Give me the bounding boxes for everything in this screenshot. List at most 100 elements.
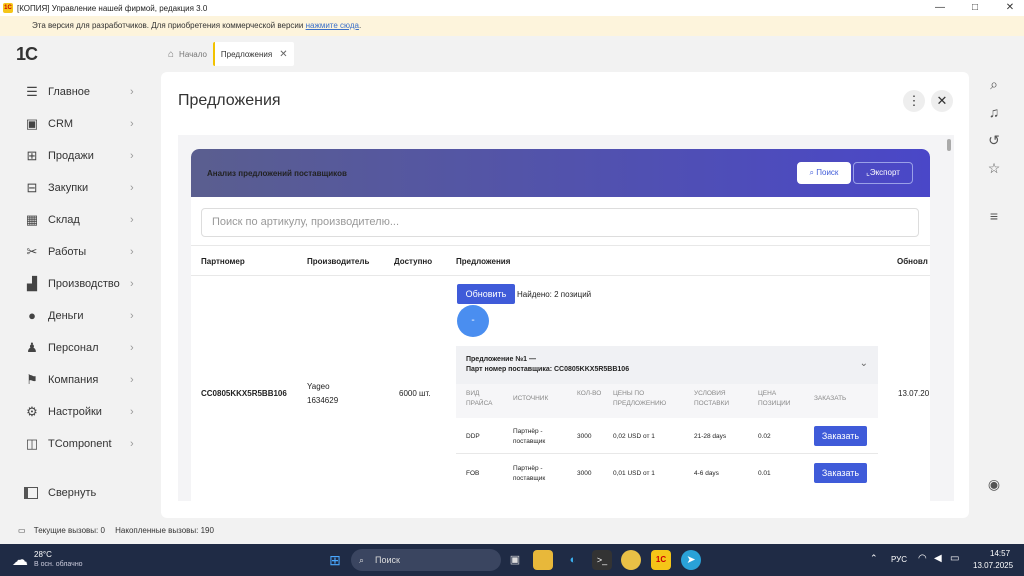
export-button-label: Экспорт — [869, 168, 900, 177]
edge-icon[interactable]: ◐ — [563, 550, 583, 570]
tab-home[interactable]: ⌂ Начало — [162, 42, 213, 66]
update-button[interactable]: Обновить — [457, 284, 515, 304]
windows-start-icon[interactable]: ⊞ — [325, 550, 345, 570]
more-icon[interactable]: ⋮ — [903, 90, 925, 112]
updated-cell: 13.07.20 — [898, 389, 930, 398]
page-title: Предложения — [178, 92, 281, 109]
sidebar-item-production[interactable]: ▟ Производство › — [0, 268, 160, 300]
search-button-label: Поиск — [816, 168, 839, 177]
volume-icon[interactable]: ◀ — [934, 553, 942, 564]
bell-icon[interactable]: ♫ — [984, 104, 1004, 120]
chevron-right-icon: › — [130, 310, 134, 322]
manufacturer-cell: Yageo — [307, 382, 330, 391]
tab-offers-label: Предложения — [220, 49, 273, 59]
flag-icon: ⚑ — [26, 372, 38, 387]
sidebar-item-label: Склад — [48, 214, 80, 226]
card-header: Анализ предложений поставщиков ⌕ Поиск ⌞… — [191, 149, 930, 197]
row2-unit-price: 0.01 — [758, 470, 771, 477]
terminal-icon[interactable]: >_ — [592, 550, 612, 570]
buy-link[interactable]: нажмите сюда — [306, 21, 359, 30]
sidebar-item-warehouse[interactable]: ▦ Склад › — [0, 204, 160, 236]
sidebar-item-settings[interactable]: ⚙ Настройки › — [0, 396, 160, 428]
task-view-icon[interactable]: ▣ — [505, 550, 525, 570]
close-icon[interactable]: ✕ — [931, 90, 953, 112]
battery-icon[interactable]: ▭ — [950, 553, 959, 564]
row2-type: FOB — [466, 470, 480, 477]
sidebar-item-main[interactable]: ☰ Главное › — [0, 76, 160, 108]
sidebar-item-tcomponent[interactable]: ◫ TComponent › — [0, 428, 160, 460]
maximize-button[interactable]: □ — [961, 0, 989, 16]
sidebar-item-label: Продажи — [48, 150, 94, 162]
tray-chevron-icon[interactable]: ⌃ — [870, 553, 878, 564]
explorer-icon[interactable] — [533, 550, 553, 570]
col-updated: Обновл — [897, 257, 928, 266]
logo-1c[interactable]: 1С — [16, 44, 38, 65]
developer-notice: Эта версия для разработчиков. Для приобр… — [0, 16, 1024, 36]
star-icon[interactable]: ☆ — [984, 160, 1004, 177]
close-icon[interactable]: ✕ — [279, 49, 287, 60]
col-manufacturer: Производитель — [307, 257, 370, 266]
sidebar-item-crm[interactable]: ▣ CRM › — [0, 108, 160, 140]
filter-icon[interactable]: ≡ — [984, 208, 1004, 224]
language-indicator[interactable]: РУС — [891, 555, 907, 564]
divider — [191, 275, 930, 276]
sub-col-unit-price: ЦЕНА ПОЗИЦИИ — [758, 390, 791, 407]
sidebar-item-label: Компания — [48, 374, 99, 386]
window-titlebar: 1С [КОПИЯ] Управление нашей фирмой, реда… — [0, 0, 1024, 16]
sidebar-item-purchases[interactable]: ⊟ Закупки › — [0, 172, 160, 204]
weather-desc[interactable]: В осн. облачно — [34, 561, 83, 568]
scrollbar[interactable] — [947, 139, 951, 151]
export-button[interactable]: ⌞Экспорт — [853, 162, 913, 184]
available-cell: 6000 шт. — [399, 389, 431, 398]
row2-qty: 3000 — [577, 470, 592, 477]
user-icon[interactable]: ◉ — [984, 476, 1004, 493]
offer-header[interactable]: Предложение №1 — Парт номер поставщика: … — [456, 346, 878, 384]
clock-time[interactable]: 14:57 — [990, 549, 1010, 558]
wifi-icon[interactable]: ◠ — [918, 553, 927, 564]
partnumber-cell: CC0805KKX5R5BB106 — [201, 389, 287, 398]
chrome-icon[interactable] — [621, 550, 641, 570]
developer-notice-text: Эта версия для разработчиков. Для приобр… — [32, 21, 304, 30]
chevron-down-icon[interactable]: ⌄ — [860, 358, 868, 369]
search-icon[interactable]: ⌕ — [984, 76, 1004, 93]
clock-date[interactable]: 13.07.2025 — [973, 561, 1013, 570]
1c-app-icon[interactable]: 1С — [651, 550, 671, 570]
sidebar-item-label: Производство — [48, 278, 120, 290]
offer-subtable-header: ВИД ПРАЙСА ИСТОЧНИК КОЛ-ВО ЦЕНЫ ПО ПРЕДЛ… — [456, 384, 878, 418]
order-button[interactable]: Заказать — [814, 426, 867, 446]
sidebar-item-label: CRM — [48, 118, 74, 130]
minimize-button[interactable]: — — [926, 0, 954, 16]
status-bar: ▭ Текущие вызовы: 0 Накопленные вызовы: … — [0, 520, 1024, 542]
col-offers: Предложения — [456, 257, 511, 266]
sidebar-item-personnel[interactable]: ♟ Персонал › — [0, 332, 160, 364]
search-input[interactable]: Поиск по артикулу, производителю... — [201, 208, 919, 237]
history-icon[interactable]: ↺ — [984, 132, 1004, 149]
sidebar-item-label: TComponent — [48, 438, 112, 450]
tab-home-label: Начало — [179, 49, 207, 59]
close-window-button[interactable]: ✕ — [996, 0, 1024, 16]
chevron-right-icon: › — [130, 278, 134, 290]
collapse-icon — [24, 487, 38, 499]
supplier-analysis-card: Анализ предложений поставщиков ⌕ Поиск ⌞… — [191, 149, 930, 501]
sidebar-item-label: Главное — [48, 86, 91, 98]
telegram-icon[interactable]: ➤ — [681, 550, 701, 570]
card-title: Анализ предложений поставщиков — [207, 169, 347, 178]
money-icon: ● — [28, 308, 36, 323]
main-panel: Предложения ⋮ ✕ Анализ предложений поста… — [161, 72, 969, 518]
search-button[interactable]: ⌕ Поиск — [797, 162, 851, 184]
taskbar-search[interactable]: ⌕ Поиск — [351, 549, 501, 571]
sidebar-item-company[interactable]: ⚑ Компания › — [0, 364, 160, 396]
tab-offers[interactable]: Предложения ✕ — [212, 42, 294, 66]
collapse-offers-button[interactable]: - — [457, 305, 489, 337]
current-calls: Текущие вызовы: 0 — [33, 526, 105, 535]
sidebar-item-money[interactable]: ● Деньги › — [0, 300, 160, 332]
chevron-right-icon: › — [130, 182, 134, 194]
weather-temp[interactable]: 28°C — [34, 550, 52, 559]
sidebar-item-works[interactable]: ✂ Работы › — [0, 236, 160, 268]
home-icon: ⌂ — [168, 48, 175, 60]
chevron-right-icon: › — [130, 438, 134, 450]
sidebar-item-sales[interactable]: ⊞ Продажи › — [0, 140, 160, 172]
collapse-sidebar-button[interactable]: Свернуть — [24, 487, 96, 499]
row2-price: 0,01 USD от 1 — [613, 470, 655, 477]
order-button[interactable]: Заказать — [814, 463, 867, 483]
